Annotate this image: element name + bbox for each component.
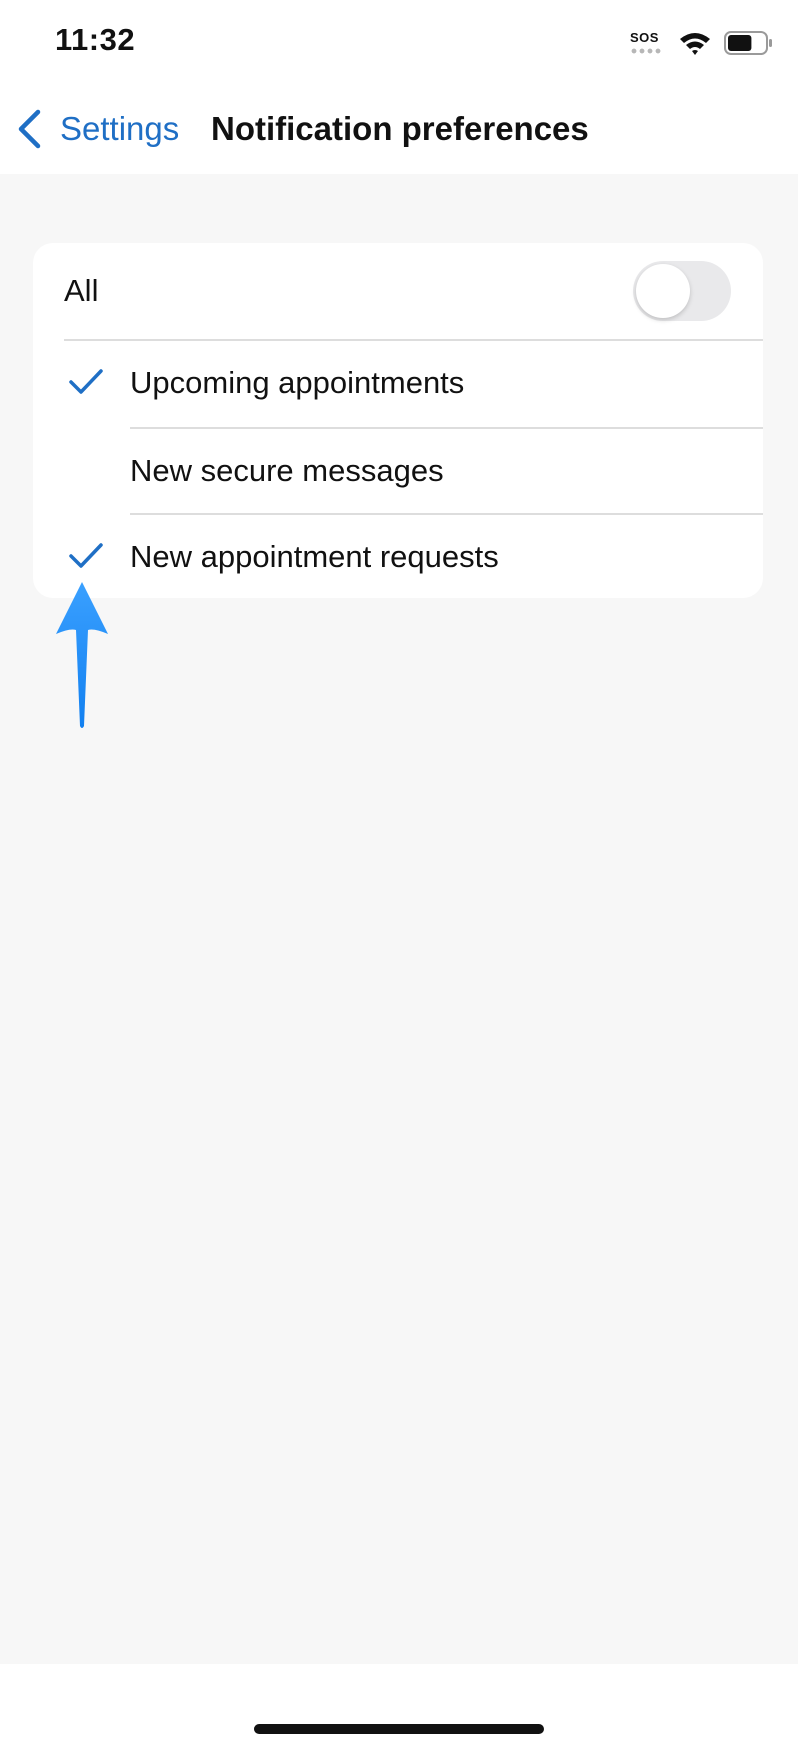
annotation-arrow-icon [56, 582, 108, 728]
checkmark-icon [69, 369, 103, 394]
back-button[interactable]: Settings [14, 104, 179, 154]
option-label-upcoming-appointments: Upcoming appointments [130, 365, 465, 400]
sos-icon: SOS [628, 27, 664, 61]
sos-label: SOS [630, 30, 659, 45]
page-title: Notification preferences [211, 110, 589, 147]
status-icons: SOS [628, 27, 772, 61]
status-bar: 11:32 SOS [0, 0, 798, 86]
navigation-bar: Settings Notification preferences [0, 86, 798, 174]
sos-dots [630, 48, 662, 54]
option-row-upcoming-appointments[interactable]: Upcoming appointments [33, 341, 763, 427]
toggle-knob [636, 264, 690, 318]
all-notifications-row[interactable]: All [33, 243, 763, 339]
wifi-icon [680, 33, 710, 55]
chevron-left-icon [18, 109, 41, 149]
option-row-new-appointment-requests[interactable]: New appointment requests [33, 515, 763, 601]
option-label-new-appointment-requests: New appointment requests [130, 539, 499, 574]
option-row-new-secure-messages[interactable]: New secure messages [33, 429, 763, 515]
home-bar-area [0, 1664, 798, 1740]
battery-icon [724, 31, 772, 55]
status-time: 11:32 [55, 22, 136, 57]
checkmark-icon [69, 543, 103, 568]
all-notifications-toggle[interactable] [633, 261, 731, 321]
all-notifications-label: All [64, 273, 99, 308]
notification-preferences-card: All Upcoming appointments New secure mes… [33, 243, 763, 598]
back-button-label: Settings [60, 110, 180, 147]
option-label-new-secure-messages: New secure messages [130, 453, 444, 488]
home-indicator[interactable] [254, 1724, 544, 1734]
